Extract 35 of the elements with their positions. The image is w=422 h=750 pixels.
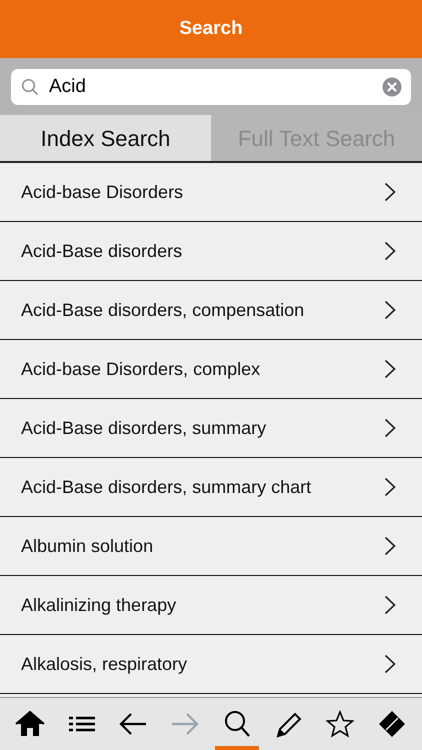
- result-row[interactable]: Albumin solution: [0, 517, 422, 576]
- chevron-icon: [384, 595, 396, 615]
- chevron-icon: [384, 300, 396, 320]
- chevron-icon: [384, 536, 396, 556]
- search-icon: [21, 78, 39, 96]
- result-label: Albumin solution: [21, 534, 154, 558]
- result-row[interactable]: Acid-base Disorders: [0, 163, 422, 222]
- result-label: Acid-base Disorders: [21, 180, 184, 204]
- chevron-icon: [384, 359, 396, 379]
- star-icon: [325, 709, 356, 739]
- chevron-icon: [384, 182, 396, 202]
- result-label: Acid-Base disorders, compensation: [21, 298, 304, 322]
- result-label: Acid-base Disorders, complex: [21, 358, 260, 381]
- result-row[interactable]: Acid-Base disorders, summary chart: [0, 458, 422, 517]
- header-title: Search: [179, 16, 243, 41]
- result-row[interactable]: Acid-Base disorders, summary: [0, 399, 422, 458]
- result-row[interactable]: Acid-base Disorders, complex: [0, 340, 422, 399]
- chevron-icon: [384, 477, 396, 497]
- chevron-icon: [384, 654, 396, 674]
- clear-icon[interactable]: [382, 76, 402, 96]
- search-tab[interactable]: Index Search: [0, 115, 211, 161]
- result-label: Acid-Base disorders, summary chart: [21, 476, 312, 499]
- result-row[interactable]: Acid-Base disorders: [0, 222, 422, 281]
- result-label: Alkalosis, respiratory: [21, 652, 188, 676]
- chevron-icon: [384, 418, 396, 438]
- result-row[interactable]: Alkalosis, respiratory: [0, 635, 422, 694]
- eraser-icon: [377, 709, 408, 739]
- result-row[interactable]: Alkalinizing therapy: [0, 576, 422, 635]
- result-row[interactable]: Acid-Base disorders, compensation: [0, 281, 422, 340]
- home-icon: [14, 709, 45, 739]
- result-label: Acid-Base disorders, summary: [21, 416, 266, 440]
- result-label: Acid-Base disorders: [21, 240, 182, 262]
- result-label: Alkalinizing therapy: [21, 594, 176, 617]
- chevron-icon: [384, 241, 396, 261]
- search-field[interactable]: Acid: [11, 68, 411, 104]
